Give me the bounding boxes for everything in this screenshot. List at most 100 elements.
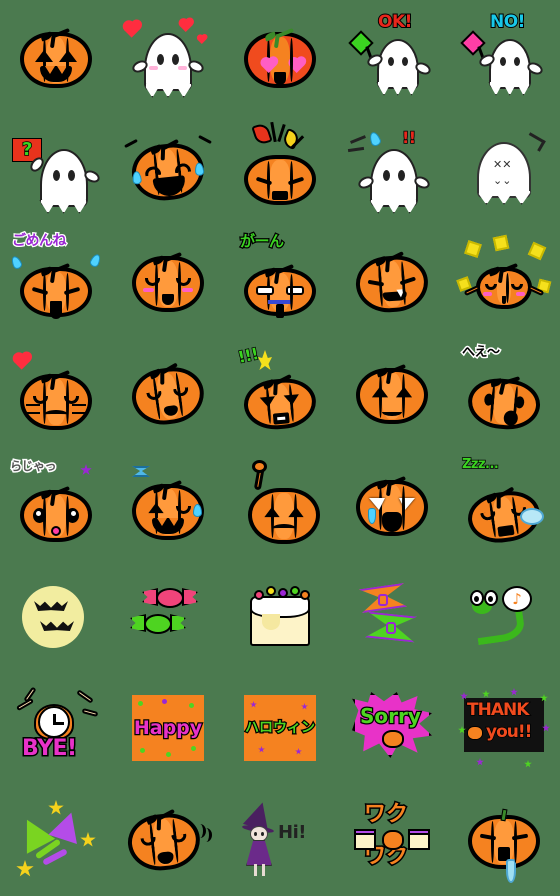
- sticker-cell[interactable]: [0, 784, 112, 896]
- sticker-cell[interactable]: Sorry: [336, 672, 448, 784]
- question-label: ?: [21, 139, 33, 160]
- cake-topping-3: [278, 588, 288, 598]
- sticker-cell[interactable]: [0, 560, 112, 672]
- candy-green: [144, 614, 172, 634]
- witch-leg-left: [254, 864, 257, 876]
- mouth-gritted: [272, 190, 288, 200]
- candy-pink: [156, 588, 184, 608]
- cake-topping-5: [300, 590, 310, 600]
- blush-left: [483, 291, 492, 296]
- ghost-tail: [39, 199, 89, 214]
- star-2: [301, 703, 308, 710]
- ghost-eye-right: [397, 169, 405, 181]
- star-yellow-3: [16, 860, 34, 877]
- sticker-cell[interactable]: [112, 0, 224, 112]
- sticker-cell[interactable]: BYE!: [0, 672, 112, 784]
- mouth-big-laugh: [152, 175, 187, 198]
- gloom-scribble: [524, 132, 546, 152]
- happy-card-art: Happy: [120, 680, 216, 776]
- confetti-star-7: [476, 758, 484, 766]
- alarm-clock-bye-text-art: BYE!: [8, 680, 104, 776]
- pumpkin-body: [20, 262, 92, 319]
- party-hats-and-stars-art: [8, 792, 104, 888]
- sketch-mark-eyes: ✕✕: [493, 157, 512, 171]
- sticker-cell[interactable]: [112, 784, 224, 896]
- witch-leg-right: [262, 864, 265, 876]
- motion-line-1: [350, 135, 366, 144]
- sticker-cell[interactable]: [336, 560, 448, 672]
- star-4: [295, 748, 302, 755]
- eye-right: [399, 276, 417, 286]
- sticker-cell[interactable]: ワク ワク: [336, 784, 448, 896]
- music-note-icon: ♪: [512, 590, 522, 608]
- candy-pink-wrap-l: [142, 588, 158, 606]
- sticker-cell[interactable]: [336, 336, 448, 448]
- mini-pumpkin-icon: [382, 730, 404, 748]
- sparkle-square-2: [492, 234, 510, 252]
- candy-pink-wrap-r: [182, 588, 198, 606]
- sticker-cell[interactable]: [112, 560, 224, 672]
- shake-line-2: [200, 828, 212, 842]
- sticker-cell[interactable]: THANK you!!: [448, 672, 560, 784]
- sticker-cell[interactable]: らじゃっ: [0, 448, 112, 560]
- sticker-cell[interactable]: [112, 336, 224, 448]
- mouth-smirk: [382, 290, 408, 302]
- sticker-cell[interactable]: OK!: [336, 0, 448, 112]
- sticker-cell[interactable]: !!: [336, 112, 448, 224]
- sticker-cell[interactable]: Zzz...: [448, 448, 560, 560]
- sticker-cell[interactable]: [336, 224, 448, 336]
- sticker-cell[interactable]: [0, 336, 112, 448]
- anger-burst-yellow: [258, 350, 272, 370]
- exclamation-label: !!: [401, 128, 417, 147]
- star-yellow-2: [80, 832, 96, 847]
- sticker-cell[interactable]: [112, 112, 224, 224]
- cake-topping-4: [290, 586, 300, 596]
- sticker-cell[interactable]: Happy: [112, 672, 224, 784]
- pumpkin-stem-icon: [149, 138, 179, 163]
- pumpkin-delighted-sparkles-art: [456, 232, 552, 328]
- sticker-cell[interactable]: へえ〜: [448, 336, 560, 448]
- sticker-cell[interactable]: ♪: [448, 560, 560, 672]
- ghost-holding-ok-sign-art: OK!: [344, 8, 440, 104]
- sticker-cell[interactable]: [448, 784, 560, 896]
- mouth-crying-open: [382, 511, 402, 532]
- pumpkin-body: [20, 485, 92, 542]
- sticker-cell[interactable]: [448, 224, 560, 336]
- motion-line-2: [347, 146, 365, 153]
- sticker-cell[interactable]: [224, 448, 336, 560]
- pumpkin-drooling-hungry-art: [456, 792, 552, 888]
- ghost-startled-exclamation-art: !!: [344, 120, 440, 216]
- sticker-cell[interactable]: ?: [0, 112, 112, 224]
- sticker-cell[interactable]: [224, 560, 336, 672]
- sleep-bubble: [520, 508, 544, 525]
- sticker-cell[interactable]: [0, 0, 112, 112]
- sticker-cell[interactable]: [224, 0, 336, 112]
- sticker-cell[interactable]: がーん: [224, 224, 336, 336]
- sorry-label: Sorry: [359, 704, 422, 728]
- sticker-cell[interactable]: [112, 448, 224, 560]
- pumpkin-happy-blush-smile-art: [120, 232, 216, 328]
- pumpkin-stem-icon: [40, 27, 71, 50]
- pumpkin-shocked-gaan-art: がーん: [232, 232, 328, 328]
- sticker-cell[interactable]: [112, 224, 224, 336]
- sticker-cell[interactable]: [336, 448, 448, 560]
- sticker-cell[interactable]: ✕✕ ⌄⌄: [448, 112, 560, 224]
- sticker-cell[interactable]: [224, 112, 336, 224]
- tear-stream: [368, 507, 376, 524]
- mouth-open-sleep: [497, 525, 515, 538]
- ghost-body: ✕✕ ⌄⌄: [476, 141, 532, 205]
- witch-eye-right: [261, 832, 264, 836]
- music-note-bubble: ♪: [502, 586, 532, 612]
- moon-icon: [22, 586, 84, 648]
- hee-label: へえ〜: [461, 345, 502, 361]
- pumpkin-stem-icon: [374, 250, 405, 274]
- pumpkin-shaking-head-no-art: [120, 792, 216, 888]
- sticker-cell[interactable]: ハロウィン: [224, 672, 336, 784]
- sticker-cell[interactable]: !!!: [224, 336, 336, 448]
- sticker-cell[interactable]: Hi!: [224, 784, 336, 896]
- pumpkin-laughing-tears-art: [120, 120, 216, 216]
- sticker-cell[interactable]: ごめんね: [0, 224, 112, 336]
- pumpkin-body: [244, 154, 316, 205]
- sticker-cell[interactable]: NO!: [448, 0, 560, 112]
- rajaa-label: らじゃっ: [8, 459, 58, 474]
